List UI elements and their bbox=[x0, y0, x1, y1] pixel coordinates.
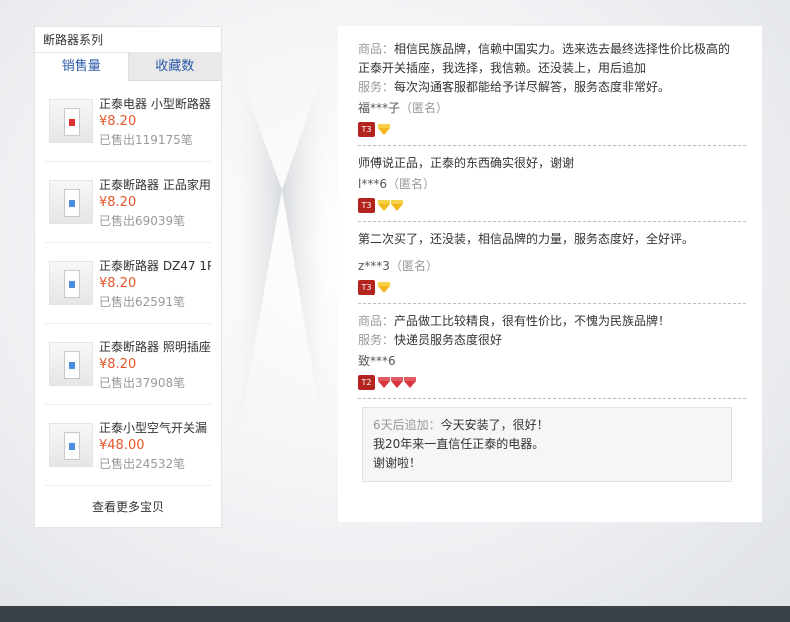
review-line: 商品：相信民族品牌，信赖中国实力。选来选去最终选择性价比极高的 bbox=[358, 40, 746, 59]
product-item[interactable]: 正泰断路器 正品家用 ¥8.20 已售出69039笔 bbox=[45, 162, 211, 243]
review-text: 第二次买了，还没装，相信品牌的力量，服务态度好，全好评。 bbox=[358, 232, 695, 246]
product-name[interactable]: 正泰断路器 DZ47 1P bbox=[99, 257, 211, 274]
anonymous-label: （匿名） bbox=[400, 101, 449, 115]
followup-line: 我20年来一直信任正泰的电器。 bbox=[373, 437, 545, 451]
diamond-icon bbox=[378, 281, 390, 293]
product-item[interactable]: 正泰小型空气开关漏 ¥48.00 已售出24532笔 bbox=[45, 405, 211, 486]
level-badge: T3 bbox=[358, 279, 375, 295]
review-tag: 商品： bbox=[358, 314, 395, 328]
breaker-icon[interactable] bbox=[49, 180, 93, 224]
reviewer-name: z***3 bbox=[358, 259, 390, 273]
review-text: 师傅说正品，正泰的东西确实很好，谢谢 bbox=[358, 156, 575, 170]
review-tag: 服务： bbox=[358, 333, 395, 347]
view-more-link[interactable]: 查看更多宝贝 bbox=[35, 486, 221, 526]
level-badge: T3 bbox=[358, 121, 375, 137]
review-text: 相信民族品牌，信赖中国实力。选来选去最终选择性价比极高的 bbox=[394, 42, 731, 56]
product-price: ¥8.20 bbox=[99, 356, 137, 372]
tab-sales[interactable]: 销售量 bbox=[35, 53, 128, 81]
tab-favorites[interactable]: 收藏数 bbox=[127, 53, 221, 81]
review-line: 第二次买了，还没装，相信品牌的力量，服务态度好，全好评。 bbox=[358, 230, 746, 249]
reviewer: 福***子（匿名） bbox=[358, 99, 746, 118]
review-line: 服务：每次沟通客服都能给予详尽解答，服务态度非常好。 bbox=[358, 78, 746, 97]
product-sold-count: 已售出119175笔 bbox=[99, 132, 193, 147]
followup-review: 6天后追加：今天安装了，很好！ 我20年来一直信任正泰的电器。 谢谢啦！ bbox=[362, 407, 732, 482]
breaker-red-icon[interactable] bbox=[49, 99, 93, 143]
followup-text: 今天安装了，很好！ bbox=[440, 418, 549, 432]
reviewer-badges: T3 bbox=[358, 119, 746, 139]
bottom-bar bbox=[0, 606, 790, 622]
product-name[interactable]: 正泰断路器 照明插座 bbox=[99, 338, 211, 355]
diamond-icon bbox=[378, 199, 390, 211]
review-text: 每次沟通客服都能给予详尽解答，服务态度非常好。 bbox=[394, 80, 671, 94]
followup-line: 6天后追加：今天安装了，很好！ bbox=[373, 416, 721, 435]
product-name[interactable]: 正泰断路器 正品家用 bbox=[99, 176, 211, 193]
reviewer-name: l***6 bbox=[358, 177, 387, 191]
product-item[interactable]: 正泰断路器 照明插座 ¥8.20 已售出37908笔 bbox=[45, 324, 211, 405]
reviewer: z***3（匿名） bbox=[358, 257, 746, 276]
reviewer-badges: T3 bbox=[358, 277, 746, 297]
product-sold-count: 已售出69039笔 bbox=[99, 213, 186, 228]
breaker-icon[interactable] bbox=[49, 342, 93, 386]
product-price: ¥8.20 bbox=[99, 275, 137, 291]
product-item[interactable]: 正泰断路器 DZ47 1P ¥8.20 已售出62591笔 bbox=[45, 243, 211, 324]
diamond-icon bbox=[391, 199, 403, 211]
followup-tag: 6天后追加： bbox=[373, 418, 441, 432]
level-badge: T3 bbox=[358, 197, 375, 213]
review-item: 商品：产品做工比较精良，很有性价比，不愧为民族品牌！ 服务：快递员服务态度很好 … bbox=[358, 312, 746, 399]
anonymous-label: （匿名） bbox=[386, 177, 435, 191]
reviewer: l***6（匿名） bbox=[358, 175, 746, 194]
breaker-icon[interactable] bbox=[49, 423, 93, 467]
reviewer-name: 致***6 bbox=[358, 354, 396, 368]
product-price: ¥8.20 bbox=[99, 194, 137, 210]
product-sidebar: 断路器系列 销售量 收藏数 正泰电器 小型断路器 ¥8.20 已售出119175… bbox=[34, 26, 222, 528]
review-tag: 服务： bbox=[358, 80, 395, 94]
review-line: 服务：快递员服务态度很好 bbox=[358, 331, 746, 350]
diamond-icon bbox=[378, 123, 390, 135]
diamond-icon bbox=[404, 376, 416, 388]
review-line: 师傅说正品，正泰的东西确实很好，谢谢 bbox=[358, 154, 746, 173]
breaker-icon[interactable] bbox=[49, 261, 93, 305]
diamond-icon bbox=[378, 376, 390, 388]
diamond-icon bbox=[391, 376, 403, 388]
review-item: 师傅说正品，正泰的东西确实很好，谢谢 l***6（匿名） T3 bbox=[358, 154, 746, 222]
review-item: 商品：相信民族品牌，信赖中国实力。选来选去最终选择性价比极高的 正泰开关插座，我… bbox=[358, 40, 746, 146]
review-text: 正泰开关插座，我选择，我信赖。还没装上，用后追加 bbox=[358, 61, 647, 75]
reviewer-badges: T3 bbox=[358, 195, 746, 215]
review-text: 产品做工比较精良，很有性价比，不愧为民族品牌！ bbox=[394, 314, 671, 328]
review-item: 第二次买了，还没装，相信品牌的力量，服务态度好，全好评。 z***3（匿名） T… bbox=[358, 230, 746, 304]
review-text: 快递员服务态度很好 bbox=[394, 333, 503, 347]
product-name[interactable]: 正泰电器 小型断路器 bbox=[99, 95, 211, 112]
product-list: 正泰电器 小型断路器 ¥8.20 已售出119175笔 正泰断路器 正品家用 ¥… bbox=[35, 81, 221, 486]
followup-line: 谢谢啦！ bbox=[373, 456, 422, 470]
product-price: ¥48.00 bbox=[99, 437, 145, 453]
review-line: 商品：产品做工比较精良，很有性价比，不愧为民族品牌！ bbox=[358, 312, 746, 331]
product-sold-count: 已售出62591笔 bbox=[99, 294, 186, 309]
sidebar-tabs: 销售量 收藏数 bbox=[35, 53, 221, 81]
sidebar-title: 断路器系列 bbox=[35, 27, 221, 53]
reviewer-name: 福***子 bbox=[358, 101, 401, 115]
product-sold-count: 已售出37908笔 bbox=[99, 375, 186, 390]
reviewer: 致***6 bbox=[358, 352, 746, 371]
product-price: ¥8.20 bbox=[99, 113, 137, 129]
product-sold-count: 已售出24532笔 bbox=[99, 456, 186, 471]
review-line: 正泰开关插座，我选择，我信赖。还没装上，用后追加 bbox=[358, 59, 746, 78]
review-tag: 商品： bbox=[358, 42, 395, 56]
reviewer-badges: T2 bbox=[358, 372, 746, 392]
review-panel: 商品：相信民族品牌，信赖中国实力。选来选去最终选择性价比极高的 正泰开关插座，我… bbox=[338, 26, 762, 522]
anonymous-label: （匿名） bbox=[389, 259, 438, 273]
level-badge: T2 bbox=[358, 374, 375, 390]
product-name[interactable]: 正泰小型空气开关漏 bbox=[99, 419, 211, 436]
product-item[interactable]: 正泰电器 小型断路器 ¥8.20 已售出119175笔 bbox=[45, 81, 211, 162]
